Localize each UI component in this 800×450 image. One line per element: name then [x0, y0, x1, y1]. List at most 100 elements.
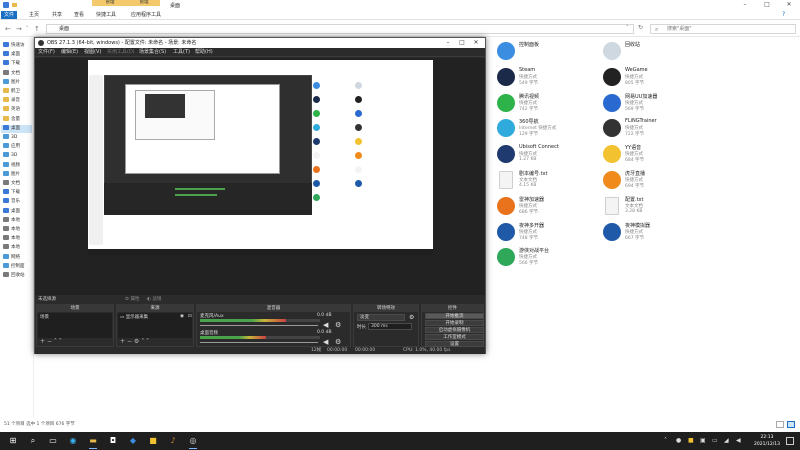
app-yellow-icon[interactable]: ■	[146, 434, 160, 448]
obs-icon[interactable]: ◎	[186, 434, 200, 449]
start-recording-button[interactable]: 开始录制	[425, 320, 484, 326]
nav-item[interactable]: 文档	[3, 69, 20, 78]
clock[interactable]: 22:13 2021/12/13	[752, 434, 782, 448]
menu-scene-collection[interactable]: 场景集合(S)	[139, 49, 166, 56]
mixer-channel-1-slider[interactable]	[200, 325, 318, 326]
tab-share[interactable]: 共享	[49, 11, 65, 19]
tray-app-icon[interactable]: ●	[676, 437, 681, 444]
desktop-item[interactable]: WeGame 快捷方式 805 字节	[603, 66, 703, 90]
desktop-item[interactable]: FLiNGTrainer 快捷方式 722 字节	[603, 117, 703, 141]
desktop-item[interactable]: 雷神加速器 快捷方式 686 字节	[497, 195, 597, 219]
source-settings-icon[interactable]: ⚙	[134, 338, 139, 345]
menu-file[interactable]: 文件(F)	[38, 49, 55, 56]
address-input[interactable]: 桌面	[46, 24, 634, 34]
edge-browser-icon[interactable]: ◉	[66, 434, 80, 448]
transition-select[interactable]: 淡变	[357, 314, 405, 321]
nav-item[interactable]: 本地	[3, 235, 20, 243]
menu-utilities[interactable]: 实用工具(D)	[107, 49, 135, 56]
nav-item[interactable]: 图片	[3, 78, 20, 87]
network-icon[interactable]: ◢	[724, 437, 729, 444]
menu-view[interactable]: 视图(V)	[84, 49, 101, 56]
scenes-list[interactable]: 场景	[38, 313, 112, 338]
mixer-channel-2-slider[interactable]	[200, 342, 318, 343]
nav-item[interactable]: 网络	[3, 253, 20, 262]
details-view-icon[interactable]	[776, 421, 784, 428]
nav-item[interactable]: 文档	[3, 180, 20, 188]
nav-item[interactable]: 视频	[3, 161, 20, 170]
nav-item[interactable]: 桌面	[3, 207, 20, 216]
large-icons-view-icon[interactable]	[787, 421, 795, 428]
tab-shortcut-tools[interactable]: 快捷工具	[93, 11, 119, 19]
tab-file[interactable]: 文件	[1, 11, 18, 19]
desktop-item[interactable]: 夜神模拟器 快捷方式 667 字节	[603, 221, 703, 245]
nav-item[interactable]: 3D	[3, 134, 17, 142]
gear-icon[interactable]: ⚙	[335, 338, 341, 346]
duration-input[interactable]: 300 ms	[368, 323, 412, 330]
task-view-icon[interactable]: ▭	[46, 434, 60, 448]
source-item[interactable]: ▭ 显示器采集	[120, 314, 148, 320]
tab-app-tools[interactable]: 应用程序工具	[128, 11, 164, 19]
transition-settings-icon[interactable]: ⚙	[409, 314, 414, 321]
tray-chevron-icon[interactable]: ˄	[664, 437, 667, 444]
desktop-item[interactable]: YY语音 快捷方式 684 字节	[603, 143, 703, 167]
desktop-item[interactable]: 剧本编号.txt 文本文档 4.15 KB	[497, 169, 597, 193]
notification-icon[interactable]	[786, 437, 794, 445]
volume-icon[interactable]: ◀	[323, 321, 328, 329]
scene-item[interactable]: 场景	[40, 314, 49, 320]
desktop-item[interactable]: 腾讯视频 快捷方式 742 字节	[497, 92, 597, 116]
nav-item[interactable]: 回收站	[3, 272, 25, 280]
remove-scene-icon[interactable]: −	[47, 338, 52, 345]
tab-view[interactable]: 查看	[71, 11, 87, 19]
desktop-item[interactable]: 配置.txt 文本文档 3.28 KB	[603, 195, 703, 219]
add-scene-icon[interactable]: +	[40, 338, 45, 345]
nav-item[interactable]: 图片	[3, 170, 20, 179]
nav-item[interactable]: 本地	[3, 244, 20, 252]
nav-item[interactable]: 音乐	[3, 198, 20, 206]
obs-minimize-icon[interactable]: –	[441, 38, 455, 48]
context-tab-manage-2[interactable]: 管理	[128, 0, 160, 6]
move-down-icon[interactable]: ˅	[59, 338, 62, 345]
nav-item[interactable]: 鹤卫	[3, 88, 20, 96]
desktop-item[interactable]: Ubisoft Connect 快捷方式 1.27 KB	[497, 143, 597, 167]
chevron-down-icon[interactable]: ˅	[26, 26, 29, 32]
desktop-item[interactable]: 网易UU加速器 快捷方式 569 字节	[603, 92, 703, 116]
quick-access-icon[interactable]	[3, 2, 9, 8]
tray-app3-icon[interactable]: ▣	[700, 437, 706, 444]
move-up-icon[interactable]: ˄	[54, 338, 57, 345]
refresh-icon[interactable]: ↻	[638, 24, 643, 31]
nav-item[interactable]: 桌面	[3, 51, 20, 59]
nav-item[interactable]: 下载	[3, 60, 20, 68]
close-icon[interactable]: ✕	[778, 0, 800, 10]
file-explorer-icon[interactable]: ▬	[86, 434, 100, 449]
nav-item[interactable]: 英语	[3, 106, 20, 114]
desktop-item[interactable]: 360导航 Internet 快捷方式 129 字节	[497, 117, 597, 141]
remove-source-icon[interactable]: −	[127, 338, 132, 345]
back-arrow-icon[interactable]: ←	[5, 25, 11, 33]
eye-icon[interactable]: ◉	[180, 314, 184, 319]
start-virtual-camera-button[interactable]: 启动虚拟摄像机	[425, 327, 484, 333]
app-orange-icon[interactable]: ♪	[166, 434, 180, 448]
app-icon[interactable]: ◆	[126, 434, 140, 448]
desktop-item[interactable]: 游侠对战平台 快捷方式 566 字节	[497, 246, 597, 270]
search-icon[interactable]: ⌕	[26, 434, 40, 448]
nav-item[interactable]: 本地	[3, 226, 20, 234]
volume-icon[interactable]: ◀	[736, 437, 741, 444]
menu-edit[interactable]: 编辑(E)	[61, 49, 78, 56]
add-source-icon[interactable]: +	[120, 338, 125, 345]
minimize-icon[interactable]: –	[734, 0, 756, 10]
desktop-item[interactable]: 控制面板	[497, 40, 597, 64]
battery-icon[interactable]: ▭	[712, 437, 718, 444]
desktop-item[interactable]: Steam 快捷方式 549 字节	[497, 66, 597, 90]
nav-item[interactable]: 控制面	[3, 262, 25, 271]
menu-tools[interactable]: 工具(T)	[173, 49, 190, 56]
move-up-icon[interactable]: ˄	[141, 338, 144, 345]
filters-button[interactable]: ◐ 滤镜	[147, 296, 161, 302]
chevron-down-icon[interactable]: ˅	[626, 25, 629, 31]
volume-icon[interactable]: ◀	[323, 338, 328, 346]
sources-list[interactable]: ▭ 显示器采集 ◉ ⊡	[118, 313, 192, 338]
help-icon[interactable]: ?	[782, 11, 785, 18]
store-icon[interactable]: ◘	[106, 434, 120, 448]
start-streaming-button[interactable]: 开始推流	[425, 313, 484, 319]
gear-icon[interactable]: ⚙	[335, 321, 341, 329]
forward-arrow-icon[interactable]: →	[16, 25, 22, 33]
